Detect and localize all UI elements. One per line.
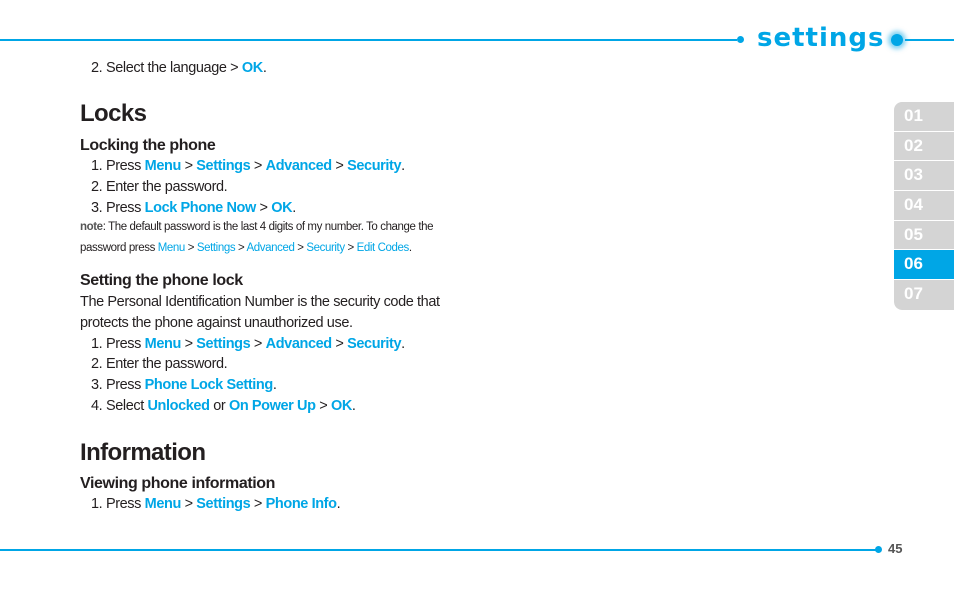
settings-link[interactable]: Settings [196, 158, 250, 174]
phone-info-link[interactable]: Phone Info [266, 496, 337, 512]
list-item: 1. Press Menu > Settings > Advanced > Se… [91, 336, 405, 352]
ok-link[interactable]: OK [331, 398, 352, 414]
intro-step: 2. Select the language > OK. [91, 60, 267, 76]
header-glow-dot [891, 34, 903, 46]
list-item: 4. Select Unlocked or On Power Up > OK. [91, 398, 356, 414]
chapter-tab-06[interactable]: 06 [894, 250, 954, 281]
ok-link[interactable]: OK [271, 200, 292, 216]
setting-phone-lock-heading: Setting the phone lock [80, 272, 243, 289]
list-item: 1. Press Menu > Settings > Advanced > Se… [91, 158, 405, 174]
information-heading: Information [80, 439, 206, 466]
menu-link[interactable]: Menu [145, 496, 182, 512]
settings-link[interactable]: Settings [196, 336, 250, 352]
security-link[interactable]: Security [347, 158, 401, 174]
chapter-tab-01[interactable]: 01 [894, 102, 954, 132]
list-item: 3. Press Phone Lock Setting. [91, 377, 277, 393]
lock-phone-now-link[interactable]: Lock Phone Now [145, 200, 257, 216]
ok-link[interactable]: OK [242, 60, 263, 76]
on-power-up-link[interactable]: On Power Up [229, 398, 316, 414]
settings-link[interactable]: Settings [196, 496, 250, 512]
header-rule-left [0, 39, 737, 41]
header-dot [737, 36, 744, 43]
menu-link[interactable]: Menu [145, 158, 182, 174]
locks-heading: Locks [80, 100, 147, 127]
advanced-link[interactable]: Advanced [266, 336, 333, 352]
chapter-tab-03[interactable]: 03 [894, 161, 954, 192]
setting-description-line-1: The Personal Identification Number is th… [80, 294, 440, 310]
chapter-tab-04[interactable]: 04 [894, 191, 954, 221]
chapter-tab-07[interactable]: 07 [894, 280, 954, 310]
advanced-link[interactable]: Advanced [266, 158, 333, 174]
section-title: settings [757, 23, 885, 53]
note-line-2: password press Menu > Settings > Advance… [80, 242, 412, 254]
footer-rule [0, 549, 876, 551]
list-item: 1. Press Menu > Settings > Phone Info. [91, 496, 341, 512]
footer-dot [875, 546, 882, 553]
header-rule-right [905, 39, 954, 41]
list-item: 3. Press Lock Phone Now > OK. [91, 200, 296, 216]
page-number: 45 [888, 541, 903, 556]
security-link[interactable]: Security [306, 242, 345, 254]
list-item: 2. Enter the password. [91, 356, 228, 372]
chapter-tab-05[interactable]: 05 [894, 220, 954, 251]
viewing-phone-info-heading: Viewing phone information [80, 475, 276, 492]
note: note: The default password is the last 4… [80, 221, 434, 233]
setting-description-line-2: protects the phone against unauthorized … [80, 315, 353, 331]
locking-phone-heading: Locking the phone [80, 137, 216, 154]
edit-codes-link[interactable]: Edit Codes [357, 242, 410, 254]
menu-link[interactable]: Menu [145, 336, 182, 352]
list-item: 2. Enter the password. [91, 179, 228, 195]
unlocked-link[interactable]: Unlocked [147, 398, 209, 414]
note-label: note [80, 221, 103, 233]
security-link[interactable]: Security [347, 336, 401, 352]
chapter-tabs: 01 02 03 04 05 06 07 [894, 102, 954, 310]
phone-lock-setting-link[interactable]: Phone Lock Setting [145, 377, 274, 393]
advanced-link[interactable]: Advanced [246, 242, 294, 254]
chapter-tab-02[interactable]: 02 [894, 131, 954, 162]
menu-link[interactable]: Menu [158, 242, 186, 254]
settings-link[interactable]: Settings [197, 242, 236, 254]
